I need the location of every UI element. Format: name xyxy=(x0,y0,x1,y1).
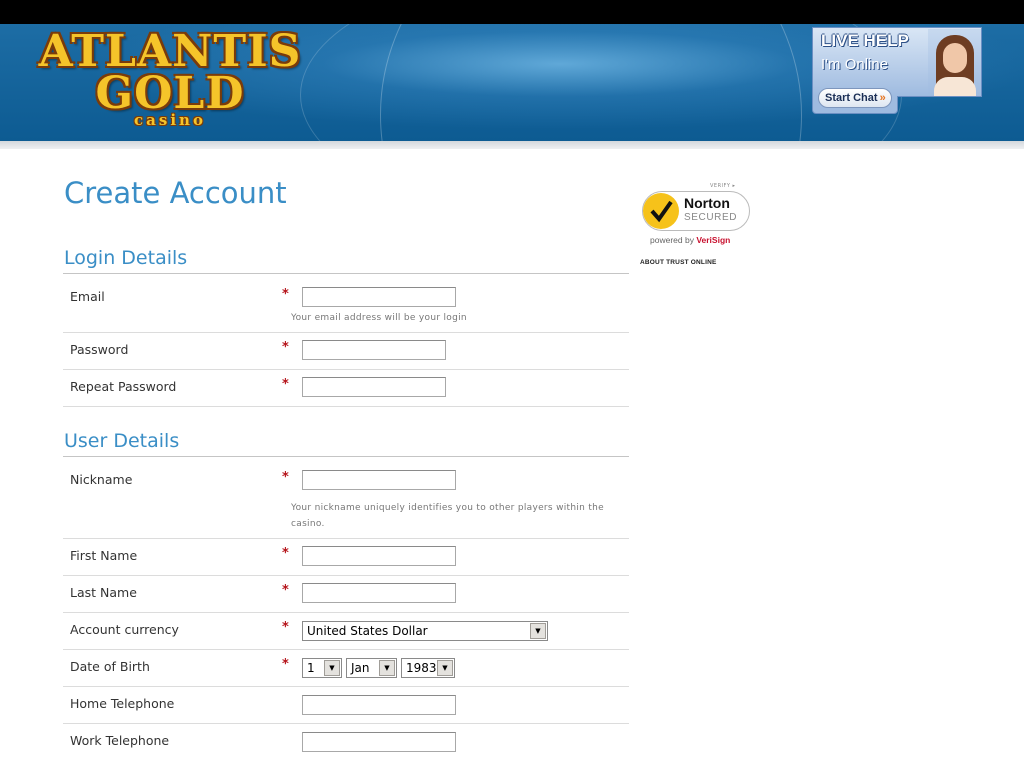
row-divider xyxy=(63,649,629,650)
chevron-right-icon: » xyxy=(879,92,886,104)
home-telephone-label: Home Telephone xyxy=(70,696,175,711)
dropdown-arrow-icon[interactable]: ▼ xyxy=(379,660,395,676)
nickname-hint: Your nickname uniquely identifies you to… xyxy=(291,503,605,529)
currency-value: United States Dollar xyxy=(307,624,428,638)
currency-label: Account currency xyxy=(70,622,179,637)
nickname-field[interactable] xyxy=(302,470,456,490)
norton-secured-seal[interactable]: VERIFY ▸ Norton SECURED powered by VeriS… xyxy=(640,183,752,247)
email-label: Email xyxy=(70,289,105,304)
work-telephone-label: Work Telephone xyxy=(70,733,170,748)
currency-select[interactable]: United States Dollar ▼ xyxy=(302,621,548,641)
norton-verify-text: VERIFY ▸ xyxy=(710,183,736,189)
dob-month-select[interactable]: Jan ▼ xyxy=(346,658,397,678)
nickname-label: Nickname xyxy=(70,472,133,487)
required-marker: * xyxy=(282,470,289,485)
live-help-status: I'm Online xyxy=(821,56,889,73)
required-marker: * xyxy=(282,546,289,561)
row-divider xyxy=(63,538,629,539)
required-marker: * xyxy=(282,657,289,672)
dob-year-value: 1983 xyxy=(406,661,437,675)
verisign-text: VeriSign xyxy=(696,235,731,245)
powered-by-text: powered by xyxy=(650,235,697,245)
dropdown-arrow-icon[interactable]: ▼ xyxy=(437,660,453,676)
row-divider xyxy=(63,575,629,576)
logo-subtitle: casino xyxy=(134,111,206,129)
dob-day-select[interactable]: 1 ▼ xyxy=(302,658,342,678)
required-marker: * xyxy=(282,340,289,355)
row-divider xyxy=(63,369,629,370)
repeat-password-field[interactable] xyxy=(302,377,446,397)
top-black-bar xyxy=(0,0,1024,24)
last-name-label: Last Name xyxy=(70,585,137,600)
norton-powered-by: powered by VeriSign xyxy=(650,235,730,245)
dob-day-value: 1 xyxy=(307,661,315,675)
first-name-label: First Name xyxy=(70,548,138,563)
home-telephone-field[interactable] xyxy=(302,695,456,715)
live-help-title: LIVE HELP xyxy=(821,31,909,50)
email-hint: Your email address will be your login xyxy=(291,313,467,323)
row-divider xyxy=(63,686,629,687)
row-divider xyxy=(63,723,629,724)
dob-year-select[interactable]: 1983 ▼ xyxy=(401,658,455,678)
page-title: Create Account xyxy=(64,176,287,210)
section-divider xyxy=(63,273,629,274)
avatar-body xyxy=(934,77,976,96)
row-divider xyxy=(63,406,629,407)
email-field[interactable] xyxy=(302,287,456,307)
row-divider xyxy=(63,612,629,613)
password-field[interactable] xyxy=(302,340,446,360)
password-label: Password xyxy=(70,342,129,357)
dob-month-value: Jan xyxy=(351,661,370,675)
last-name-field[interactable] xyxy=(302,583,456,603)
site-logo[interactable]: ATLANTIS GOLD casino xyxy=(36,28,304,129)
required-marker: * xyxy=(282,377,289,392)
checkmark-icon xyxy=(643,193,679,229)
user-details-heading: User Details xyxy=(64,430,180,452)
start-chat-button[interactable]: Start Chat» xyxy=(818,88,892,108)
login-details-heading: Login Details xyxy=(64,247,188,269)
first-name-field[interactable] xyxy=(302,546,456,566)
about-trust-online-link[interactable]: ABOUT TRUST ONLINE xyxy=(640,259,717,266)
row-divider xyxy=(63,332,629,333)
norton-secured-text: SECURED xyxy=(684,212,738,223)
header-divider xyxy=(0,141,1024,149)
section-divider xyxy=(63,456,629,457)
repeat-password-label: Repeat Password xyxy=(70,379,177,394)
required-marker: * xyxy=(282,620,289,635)
required-marker: * xyxy=(282,287,289,302)
dob-label: Date of Birth xyxy=(70,659,150,674)
required-marker: * xyxy=(282,583,289,598)
work-telephone-field[interactable] xyxy=(302,732,456,752)
avatar-face xyxy=(943,43,967,73)
start-chat-label: Start Chat xyxy=(825,92,878,104)
norton-name: Norton xyxy=(684,195,730,211)
dropdown-arrow-icon[interactable]: ▼ xyxy=(530,623,546,639)
support-agent-avatar xyxy=(928,29,981,96)
dropdown-arrow-icon[interactable]: ▼ xyxy=(324,660,340,676)
